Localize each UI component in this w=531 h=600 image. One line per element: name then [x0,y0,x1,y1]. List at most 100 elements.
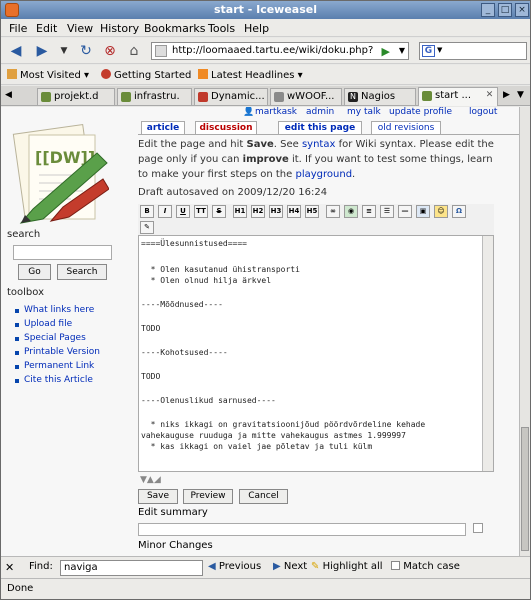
history-dropdown-icon[interactable]: ▼ [55,42,73,60]
reload-icon[interactable]: ↻ [77,42,95,60]
link-update-profile[interactable]: update profile [389,107,452,117]
link-my-talk[interactable]: my talk [347,107,381,117]
preview-button[interactable]: Preview [183,489,233,504]
hr-icon[interactable]: — [398,205,412,218]
tab-old-revisions[interactable]: old revisions [371,121,441,135]
maximize-button[interactable]: □ [498,3,512,17]
menu-file[interactable]: File [9,22,27,35]
ordered-list-icon[interactable]: ≡ [362,205,376,218]
url-bar[interactable]: http://loomaaed.tartu.ee/wiki/doku.php? … [151,42,409,60]
bold-icon[interactable]: B [140,205,154,218]
highlight-all-button[interactable]: ✎ Highlight all [311,561,383,572]
toolbox-what-links-here[interactable]: What links here [14,305,94,315]
menu-view[interactable]: View [67,22,93,35]
edit-summary-input[interactable] [138,523,466,536]
intro-line-2: page only if you can improve it. If you … [138,154,493,165]
tab-projekt[interactable]: projekt.d [37,88,115,105]
wiki-text-editor[interactable]: ====Ülesunnistused==== * Olen kasutanud … [138,235,494,472]
bookmark-most-visited[interactable]: Most Visited ▾ [7,69,89,81]
dokuwiki-logo[interactable]: [[DW]] [11,123,109,233]
scroll-tabs-right-icon[interactable]: ▶ [503,90,510,100]
h5-icon[interactable]: H5 [305,205,319,218]
link-admin[interactable]: admin [306,107,334,117]
toolbox-special-pages[interactable]: Special Pages [15,333,86,343]
special-char-icon[interactable]: Ω [452,205,466,218]
all-tabs-icon[interactable]: ▼ [517,90,524,100]
h3-icon[interactable]: H3 [269,205,283,218]
toolbox-permanent-link[interactable]: Permanent Link [14,361,94,371]
match-case-checkbox[interactable] [391,561,400,570]
tab-article[interactable]: article [141,121,185,135]
back-icon[interactable]: ◀ [7,42,25,60]
syntax-link[interactable]: syntax [302,139,335,150]
editor-scrollbar[interactable] [482,236,493,471]
toolbox-printable-version[interactable]: Printable Version [15,347,100,357]
menu-bookmarks[interactable]: Bookmarks [144,22,205,35]
close-tab-icon[interactable]: ✕ [484,90,495,101]
link-icon[interactable]: ∞ [326,205,340,218]
editor-line: vahekauguse ruuduga ja mitte vahekaugus … [141,431,406,440]
resize-editor-icon[interactable]: ▼▲◢ [140,475,161,485]
draft-notice: Draft autosaved on 2009/12/20 16:24 [138,187,328,198]
bookmark-latest-headlines[interactable]: Latest Headlines ▾ [198,69,303,81]
match-case-toggle[interactable]: Match case [391,561,460,572]
tab-dynamic[interactable]: Dynamic... [194,88,268,105]
search-engine-box[interactable]: G ▼ [419,42,527,60]
h2-icon[interactable]: H2 [251,205,265,218]
strikethrough-icon[interactable]: S [212,205,226,218]
next-arrow-icon: ▶ [273,561,281,572]
find-previous-button[interactable]: ◀ Previous [208,561,261,572]
forward-icon[interactable]: ▶ [33,42,51,60]
search-button[interactable]: Search [57,264,107,280]
toolbox-upload-file[interactable]: Upload file [14,319,72,329]
signature-icon[interactable]: ✎ [140,221,154,234]
go-button[interactable]: Go [18,264,51,280]
smiley-icon[interactable]: ☺ [434,205,448,218]
find-input[interactable]: naviga [60,560,203,576]
link-logout[interactable]: logout [469,107,497,117]
tab-start[interactable]: start ... ✕ [418,87,498,106]
sidebar-search-input[interactable] [13,245,112,260]
underline-icon[interactable]: U [176,205,190,218]
bookmark-getting-started[interactable]: Getting Started [101,69,191,81]
tab-wwoof[interactable]: wWOOF... [270,88,342,105]
menu-history[interactable]: History [100,22,139,35]
minor-changes-checkbox[interactable] [473,523,483,533]
unordered-list-icon[interactable]: ☰ [380,205,394,218]
link-username[interactable]: martkask [255,107,297,117]
external-link-icon[interactable]: ◉ [344,205,358,218]
minimize-button[interactable]: _ [481,3,495,17]
tab-nagios[interactable]: N Nagios [344,88,416,105]
tab-discussion[interactable]: discussion [195,121,257,135]
site-icon [155,45,167,57]
toolbox-cite-article[interactable]: Cite this Article [15,375,93,385]
go-arrow-icon[interactable]: ▶ [382,45,390,58]
page-scrollbar-thumb[interactable] [521,427,529,551]
h4-icon[interactable]: H4 [287,205,301,218]
menu-tools[interactable]: Tools [208,22,235,35]
tab-favicon-icon [121,92,131,102]
tab-edit-this-page[interactable]: edit this page [278,121,362,135]
code-icon[interactable]: TT [194,205,208,218]
close-window-button[interactable]: × [515,3,529,17]
scroll-tabs-left-icon[interactable]: ◀ [5,90,12,100]
engine-dropdown-icon[interactable]: ▼ [437,46,442,54]
stop-icon[interactable]: ⊗ [101,42,119,60]
url-dropdown-icon[interactable]: ▼ [399,46,405,55]
playground-link[interactable]: playground [295,169,352,180]
intro-line-1: Edit the page and hit Save. See syntax f… [138,139,494,150]
home-icon[interactable]: ⌂ [125,42,143,60]
h1-icon[interactable]: H1 [233,205,247,218]
status-bar: Done [1,578,530,599]
tab-infrastru[interactable]: infrastru. [117,88,192,105]
save-button[interactable]: Save [138,489,178,504]
image-icon[interactable]: ▣ [416,205,430,218]
cancel-button[interactable]: Cancel [239,489,288,504]
italic-icon[interactable]: I [158,205,172,218]
page-scrollbar[interactable] [519,107,530,556]
close-find-icon[interactable]: ✕ [5,561,14,574]
menu-help[interactable]: Help [244,22,269,35]
editor-line: * kas ikkagi on vaiel jae põletav ja tul… [141,442,373,451]
find-next-button[interactable]: ▶ Next [273,561,307,572]
menu-edit[interactable]: Edit [36,22,57,35]
